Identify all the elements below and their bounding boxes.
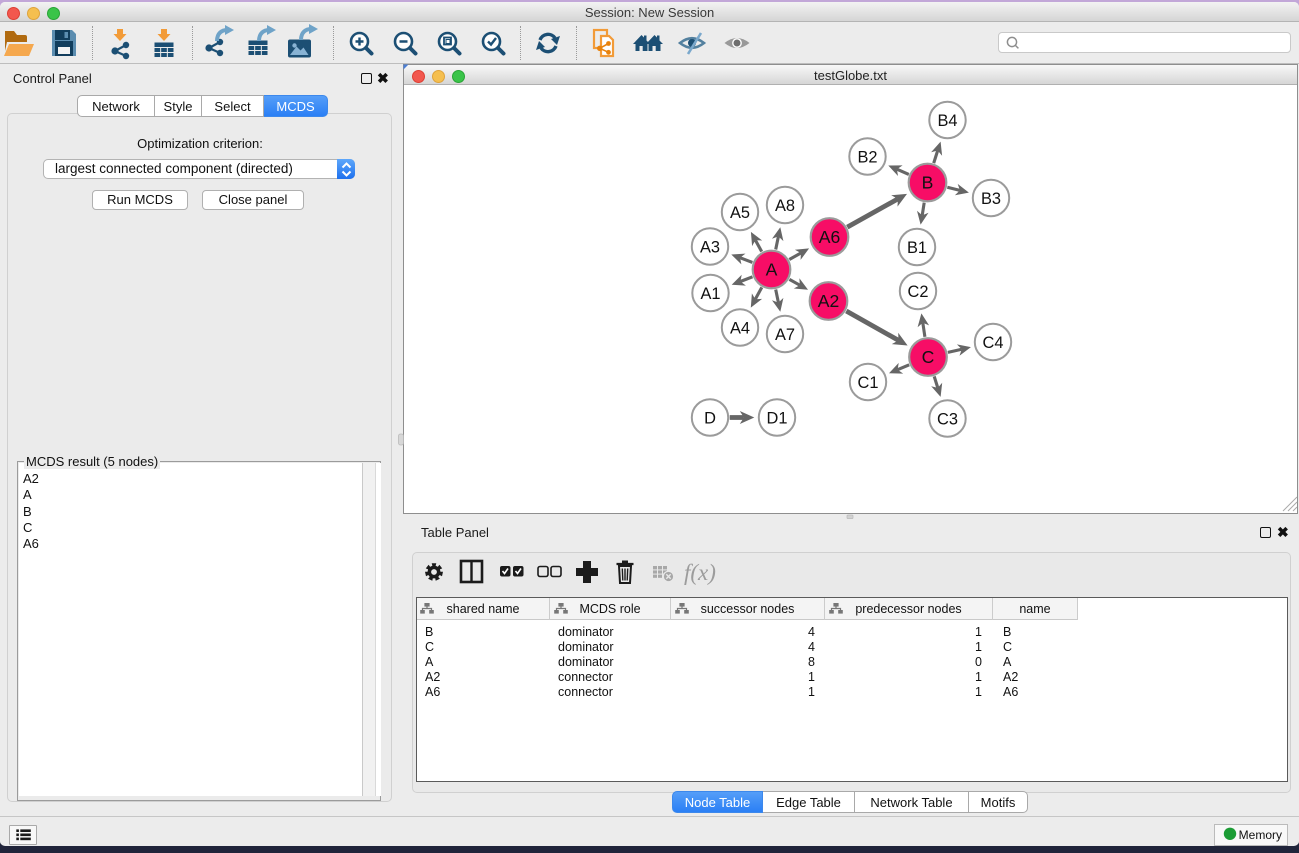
svg-text:A5: A5	[730, 204, 750, 222]
svg-text:B1: B1	[907, 239, 927, 257]
svg-text:C4: C4	[983, 334, 1004, 352]
svg-text:A1: A1	[700, 285, 720, 303]
svg-text:A8: A8	[775, 197, 795, 215]
svg-text:B2: B2	[857, 148, 877, 166]
svg-text:B3: B3	[981, 190, 1001, 208]
svg-text:D: D	[704, 409, 716, 427]
svg-text:A2: A2	[818, 291, 840, 311]
svg-text:C1: C1	[858, 374, 879, 392]
svg-text:A3: A3	[700, 238, 720, 256]
svg-text:D1: D1	[767, 409, 788, 427]
svg-text:A4: A4	[730, 319, 750, 337]
svg-text:A6: A6	[819, 227, 841, 247]
svg-text:A: A	[766, 260, 778, 280]
svg-text:C3: C3	[937, 410, 958, 428]
svg-text:C: C	[922, 347, 935, 367]
svg-text:B4: B4	[937, 112, 957, 130]
svg-text:B: B	[922, 173, 934, 193]
svg-text:C2: C2	[908, 283, 929, 301]
svg-text:A7: A7	[775, 326, 795, 344]
